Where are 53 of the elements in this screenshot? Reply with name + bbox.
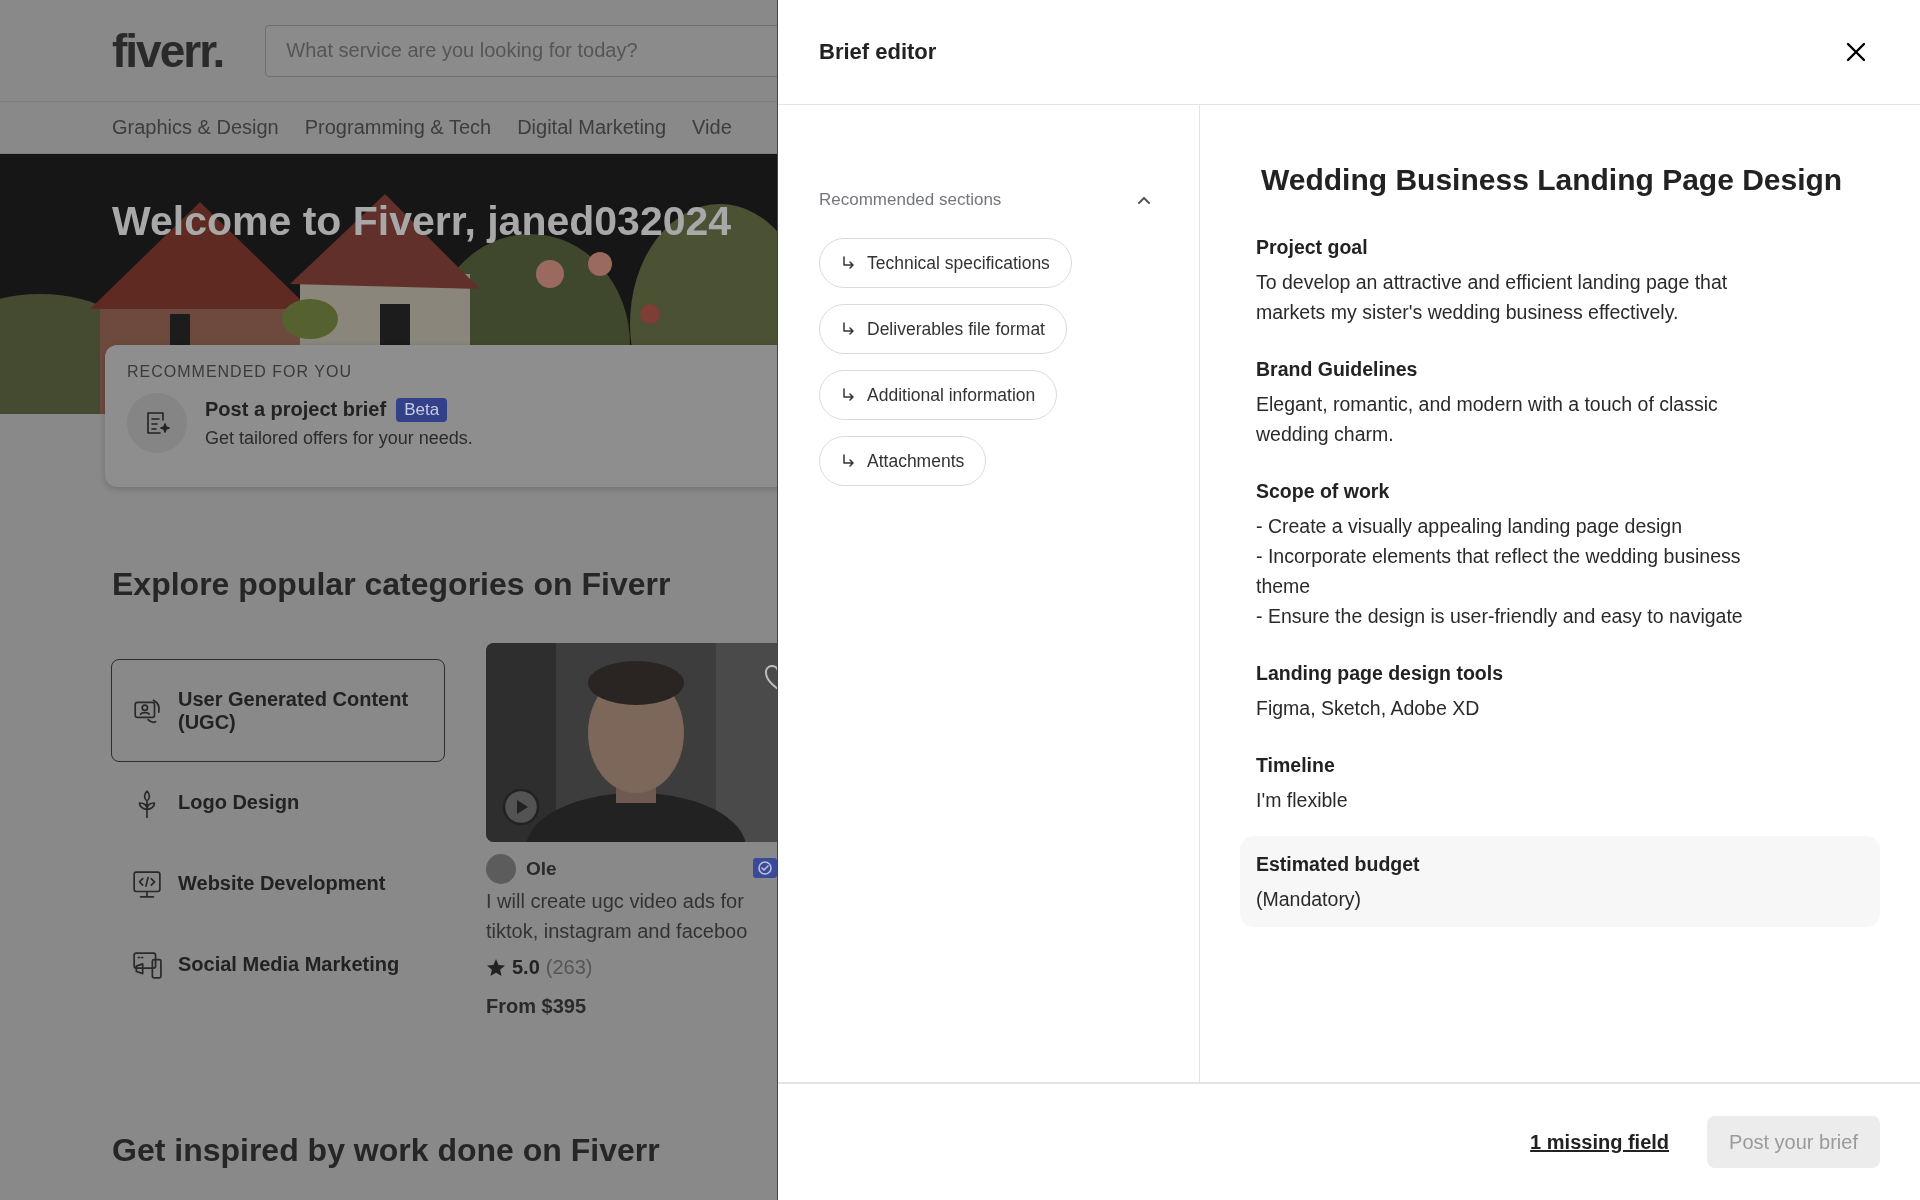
- field-label: Brand Guidelines: [1256, 357, 1419, 382]
- field-value: I'm flexible: [1256, 788, 1349, 813]
- category-link[interactable]: Programming & Tech: [304, 116, 492, 139]
- section-chip[interactable]: Additional information: [819, 370, 1058, 420]
- card-label: RECOMMENDED FOR YOU: [127, 363, 353, 381]
- missing-field-link[interactable]: 1 missing field: [1530, 1130, 1670, 1154]
- gig-title[interactable]: I will create ugc video ads for tiktok, instagram and faceboo: [486, 886, 777, 946]
- category-item[interactable]: Logo Design: [111, 762, 445, 843]
- section-heading: Get inspired by work done on Fiverr: [111, 1132, 661, 1169]
- seller-name[interactable]: Ole: [526, 858, 557, 880]
- sections-heading: Recommended sections: [819, 190, 1002, 210]
- recommendation-card[interactable]: RECOMMENDED FOR YOU Post a project brief Beta Get tailored offers for your needs.: [105, 345, 777, 487]
- price: From $395: [486, 995, 588, 1018]
- section-heading: Explore popular categories on Fiverr: [111, 566, 672, 603]
- category-link[interactable]: Vide: [692, 116, 732, 139]
- field-label: Scope of work: [1256, 479, 1391, 504]
- category-item[interactable]: Website Development: [111, 843, 445, 924]
- field-label: Landing page design tools: [1256, 661, 1504, 686]
- brief-title: Wedding Business Landing Page Design: [1261, 163, 1844, 197]
- field-label: Timeline: [1256, 753, 1336, 778]
- section-chip[interactable]: Attachments: [819, 436, 987, 486]
- field-value: Elegant, romantic, and modern with a touch of classic wedding charm.: [1256, 392, 1719, 447]
- card-subtitle: Get tailored offers for your needs.: [205, 427, 473, 449]
- logo[interactable]: fiverr.: [112, 23, 224, 78]
- section-chip[interactable]: Deliverables file format: [819, 304, 1067, 354]
- avatar: [486, 854, 516, 884]
- rating: 5.0: [512, 956, 540, 979]
- return-arrow-icon: [841, 454, 855, 468]
- field-value: (Mandatory): [1256, 887, 1363, 912]
- field-label: Project goal: [1256, 235, 1369, 260]
- close-icon: [1846, 42, 1866, 62]
- card-title: Post a project brief: [205, 398, 387, 421]
- field-value: Figma, Sketch, Adobe XD: [1256, 696, 1481, 721]
- chevron-icon: [1137, 195, 1151, 205]
- star-icon: [486, 957, 506, 978]
- field-value: To develop an attractive and efficient landing page that markets my sister's wedding business effectively.: [1256, 270, 1729, 325]
- category-item[interactable]: User Generated Content (UGC): [111, 659, 445, 762]
- category-link[interactable]: Graphics & Design: [112, 116, 279, 139]
- category-item[interactable]: Social Media Marketing: [111, 924, 445, 1005]
- field-value: - Create a visually appealing landing page design - Incorporate elements that reflect the wedding business theme - Ensure the design is user-friendly and easy to navigate: [1256, 514, 1744, 629]
- panel-title: Brief editor: [819, 39, 937, 65]
- category-link[interactable]: Digital Marketing: [517, 116, 667, 139]
- monitor-code-icon: [132, 868, 162, 899]
- verified-icon: [752, 857, 777, 879]
- return-arrow-icon: [841, 256, 855, 270]
- return-arrow-icon: [841, 388, 855, 402]
- beta-badge: Beta: [396, 397, 448, 422]
- welcome-heading: Welcome to Fiverr, janed032024: [111, 197, 732, 245]
- missing-field-card[interactable]: Estimated budget (Mandatory): [1240, 836, 1880, 927]
- devices-icon: [132, 949, 162, 980]
- section-chip[interactable]: Technical specifications: [819, 238, 1072, 288]
- return-arrow-icon: [841, 322, 855, 336]
- field-label: Estimated budget: [1256, 852, 1421, 877]
